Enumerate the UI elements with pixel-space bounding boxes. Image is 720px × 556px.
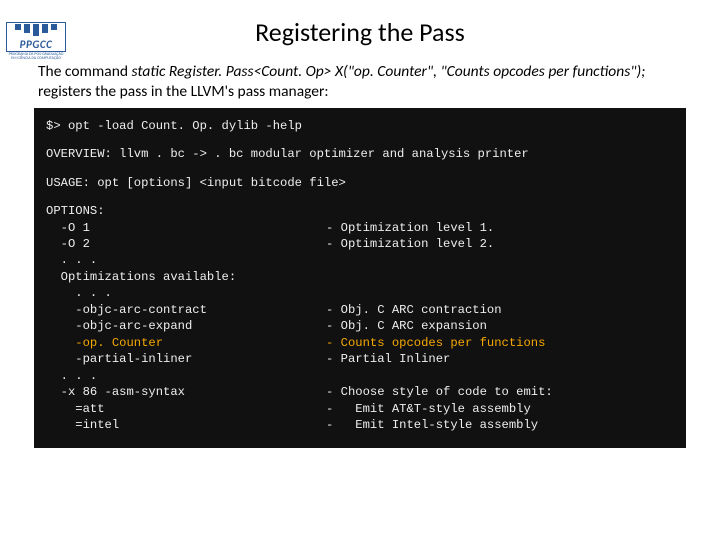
option-desc: - Obj. C ARC expansion [326,318,674,334]
page-title: Registering the Pass [0,16,720,48]
intro-trail: registers the pass in the LLVM's pass ma… [38,82,329,101]
option-row: -objc-arc-contract- Obj. C ARC contracti… [46,302,674,318]
option-desc [326,285,674,301]
option-row: =intel- Emit Intel-style assembly [46,417,674,433]
option-row: -objc-arc-expand- Obj. C ARC expansion [46,318,674,334]
option-flag: -partial-inliner [46,351,326,367]
option-row: . . . [46,252,674,268]
terminal-options: OPTIONS: -O 1- Optimization level 1. -O … [46,203,674,434]
option-desc [326,269,674,285]
option-row: -x 86 -asm-syntax- Choose style of code … [46,384,674,400]
intro-code: static Register. Pass<Count. Op> X("op. … [132,62,646,81]
logo-bars-icon [11,24,61,36]
options-table: -O 1- Optimization level 1. -O 2- Optimi… [46,220,674,434]
option-flag: =intel [46,417,326,433]
option-row: -O 2- Optimization level 2. [46,236,674,252]
option-desc: - Optimization level 1. [326,220,674,236]
option-flag: -x 86 -asm-syntax [46,384,326,400]
option-row: -O 1- Optimization level 1. [46,220,674,236]
option-desc [326,368,674,384]
terminal-options-header: OPTIONS: [46,203,674,219]
option-flag: -O 1 [46,220,326,236]
terminal-usage: USAGE: opt [options] <input bitcode file… [46,175,674,191]
option-row: . . . [46,285,674,301]
terminal-overview: OVERVIEW: llvm . bc -> . bc modular opti… [46,146,674,162]
intro-lead: The command [38,62,132,81]
option-flag: -O 2 [46,236,326,252]
option-desc: - Counts opcodes per functions [326,335,674,351]
logo-box: PPGCC [6,22,66,52]
logo-subtitle: PROGRAMA DE PÓS-GRADUAÇÃO EM CIÊNCIA DA … [6,53,66,62]
intro-paragraph: The command static Register. Pass<Count.… [38,62,682,102]
option-row: Optimizations available: [46,269,674,285]
option-row: . . . [46,368,674,384]
terminal-command: $> opt -load Count. Op. dylib -help [46,118,674,134]
option-flag: -op. Counter [46,335,326,351]
option-desc: - Choose style of code to emit: [326,384,674,400]
logo: PPGCC PROGRAMA DE PÓS-GRADUAÇÃO EM CIÊNC… [6,22,66,62]
option-flag: -objc-arc-contract [46,302,326,318]
option-desc: - Emit AT&T-style assembly [326,401,674,417]
option-desc: - Obj. C ARC contraction [326,302,674,318]
option-row: =att- Emit AT&T-style assembly [46,401,674,417]
logo-acronym: PPGCC [11,38,61,51]
terminal-block: $> opt -load Count. Op. dylib -help OVER… [34,108,686,448]
option-flag: . . . [46,252,326,268]
option-flag: . . . [46,368,326,384]
option-flag: Optimizations available: [46,269,326,285]
option-desc: - Emit Intel-style assembly [326,417,674,433]
option-row: -op. Counter- Counts opcodes per functio… [46,335,674,351]
option-desc: - Optimization level 2. [326,236,674,252]
option-flag: =att [46,401,326,417]
option-desc [326,252,674,268]
option-flag: . . . [46,285,326,301]
option-desc: - Partial Inliner [326,351,674,367]
option-row: -partial-inliner- Partial Inliner [46,351,674,367]
option-flag: -objc-arc-expand [46,318,326,334]
